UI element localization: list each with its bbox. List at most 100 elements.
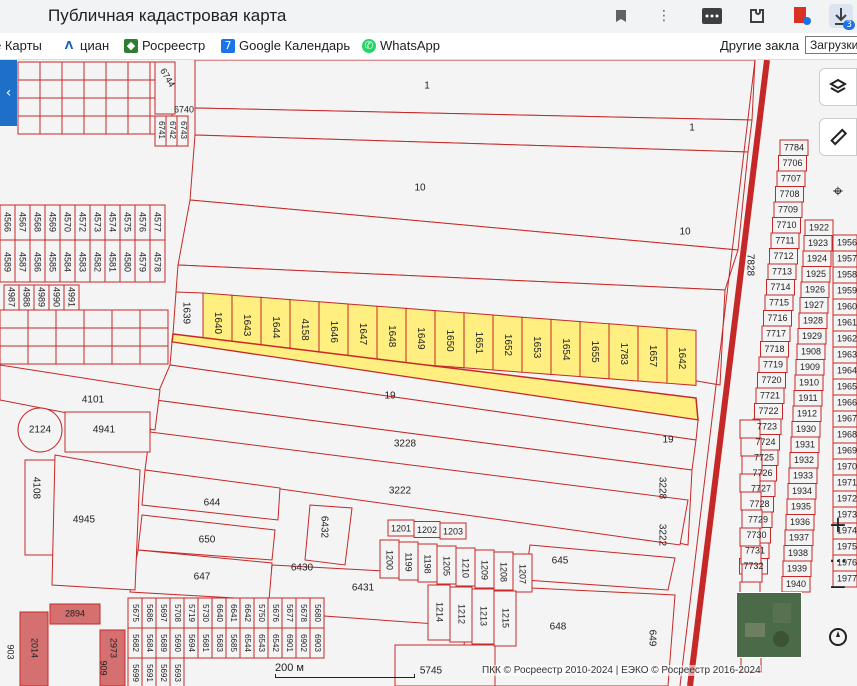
lot-label: 4158 — [299, 318, 310, 341]
download-icon[interactable]: 3 — [829, 4, 855, 30]
map-canvas[interactable]: 1 1 10 10 1640 1643 1644 4158 1646 1647 1648 1649 16… — [0, 60, 857, 686]
small-lot[interactable] — [61, 79, 85, 99]
small-lot[interactable] — [139, 345, 169, 365]
bookmark-star-icon[interactable] — [609, 4, 633, 28]
parcel-4945[interactable] — [51, 454, 141, 591]
pdf-extension-icon[interactable] — [790, 4, 814, 28]
parcel-4108[interactable] — [24, 459, 56, 556]
small-lot[interactable] — [139, 327, 169, 347]
bookmark-google-calendar[interactable]: 7 Google Календарь — [221, 38, 350, 53]
small-lot[interactable] — [39, 61, 63, 81]
lot-label: 7714 — [770, 282, 790, 292]
parcel-645[interactable] — [524, 544, 676, 591]
small-lot[interactable] — [61, 61, 85, 81]
lot-label: 4570 — [63, 212, 73, 232]
small-lot[interactable] — [55, 345, 85, 365]
small-lot[interactable] — [83, 309, 113, 329]
small-lot[interactable] — [27, 327, 57, 347]
puzzle-extension-icon[interactable] — [745, 4, 769, 28]
lot-label: 5719 — [187, 604, 196, 622]
lot-label: 5681 — [201, 634, 210, 652]
satellite-minimap[interactable] — [736, 592, 802, 658]
lot-label: 1648 — [386, 325, 397, 348]
lot-label: 7712 — [773, 251, 793, 261]
small-lot[interactable] — [0, 327, 29, 347]
layers-button[interactable] — [819, 68, 857, 106]
small-lot[interactable] — [39, 97, 63, 117]
small-lot[interactable] — [0, 345, 29, 365]
lot-label: 7724 — [755, 437, 775, 447]
lot-label: 5682 — [131, 634, 140, 652]
small-lot[interactable] — [105, 61, 129, 81]
lot-label: 1966 — [837, 397, 857, 407]
small-lot[interactable] — [61, 97, 85, 117]
lot-label: 1210 — [461, 558, 471, 578]
extension-icon[interactable] — [700, 4, 724, 28]
lot-label: 1643 — [241, 314, 252, 337]
small-lot[interactable] — [105, 79, 129, 99]
bookmark-whatsapp[interactable]: ✆ WhatsApp — [362, 38, 440, 53]
bookmark-cian[interactable]: Λциан — [62, 38, 109, 53]
cadastral-map[interactable]: 1 1 10 10 1640 1643 1644 4158 1646 1647 1648 1649 16… — [0, 60, 857, 686]
lot-label: 1203 — [443, 526, 463, 536]
parcel-label-6741: 6741 — [157, 121, 166, 139]
small-lot[interactable] — [83, 79, 107, 99]
lot-label: 1960 — [837, 301, 857, 311]
lot-label: 4568 — [33, 212, 43, 232]
page-title[interactable]: Публичная кадастровая карта — [48, 6, 286, 26]
bookmark-yandex-maps[interactable]: е Карты — [0, 38, 42, 53]
small-lot[interactable] — [105, 97, 129, 117]
parcel-5745[interactable] — [394, 644, 496, 686]
lot-label: 4584 — [63, 252, 73, 272]
compass-button[interactable] — [819, 618, 857, 656]
small-lot[interactable] — [61, 115, 85, 135]
lot-label: 1962 — [837, 333, 857, 343]
lot-label: 1924 — [807, 253, 827, 263]
small-lot[interactable] — [83, 327, 113, 347]
small-lot[interactable] — [55, 327, 85, 347]
small-lot[interactable] — [127, 61, 151, 81]
bookmark-rosreestr[interactable]: ◆ Росреестр — [124, 38, 205, 53]
side-panel-toggle[interactable]: ‹ — [0, 60, 17, 126]
lot-label: 1922 — [809, 222, 829, 232]
parcel-label-5745: 5745 — [420, 666, 443, 677]
small-lot[interactable] — [83, 345, 113, 365]
lot-label: 1925 — [806, 269, 826, 279]
lot-label: 4990 — [52, 287, 62, 307]
small-lot[interactable] — [39, 79, 63, 99]
small-lot[interactable] — [139, 309, 169, 329]
small-lot[interactable] — [17, 97, 41, 117]
small-lot[interactable] — [111, 327, 141, 347]
menu-dots-icon[interactable]: ⋮ — [652, 4, 676, 28]
copyright-text: ПКК © Росреестр 2010-2024 | ЕЭКО © Росре… — [482, 665, 761, 676]
parcel-label-19: 19 — [384, 391, 396, 402]
small-lot[interactable] — [83, 61, 107, 81]
small-lot[interactable] — [27, 345, 57, 365]
locate-button[interactable]: ⌖ — [819, 172, 857, 210]
bookmarks-bar: е Карты Λциан ◆ Росреестр 7 Google Календа… — [0, 33, 857, 60]
lot-label: 5678 — [299, 604, 308, 622]
other-bookmarks[interactable]: Другие закла — [720, 38, 799, 53]
lot-label: 7723 — [757, 421, 777, 431]
lot-label: 1209 — [480, 560, 490, 580]
small-lot[interactable] — [83, 97, 107, 117]
small-lot[interactable] — [55, 309, 85, 329]
small-lot[interactable] — [127, 79, 151, 99]
lot-label: 1957 — [837, 253, 857, 263]
small-lot[interactable] — [105, 115, 129, 135]
ruler-button[interactable] — [819, 118, 857, 156]
lot-label: 7725 — [754, 452, 774, 462]
small-lot[interactable] — [27, 309, 57, 329]
small-lot[interactable] — [0, 309, 29, 329]
small-lot[interactable] — [111, 345, 141, 365]
small-lot[interactable] — [127, 97, 151, 117]
small-lot[interactable] — [111, 309, 141, 329]
small-lot[interactable] — [83, 115, 107, 135]
small-lot[interactable] — [17, 79, 41, 99]
small-lot[interactable] — [127, 115, 151, 135]
small-lot[interactable] — [17, 61, 41, 81]
small-lot[interactable] — [39, 115, 63, 135]
small-lot[interactable] — [17, 115, 41, 135]
zoom-out-button[interactable]: − — [819, 568, 857, 606]
lot-label: 7719 — [763, 359, 783, 369]
